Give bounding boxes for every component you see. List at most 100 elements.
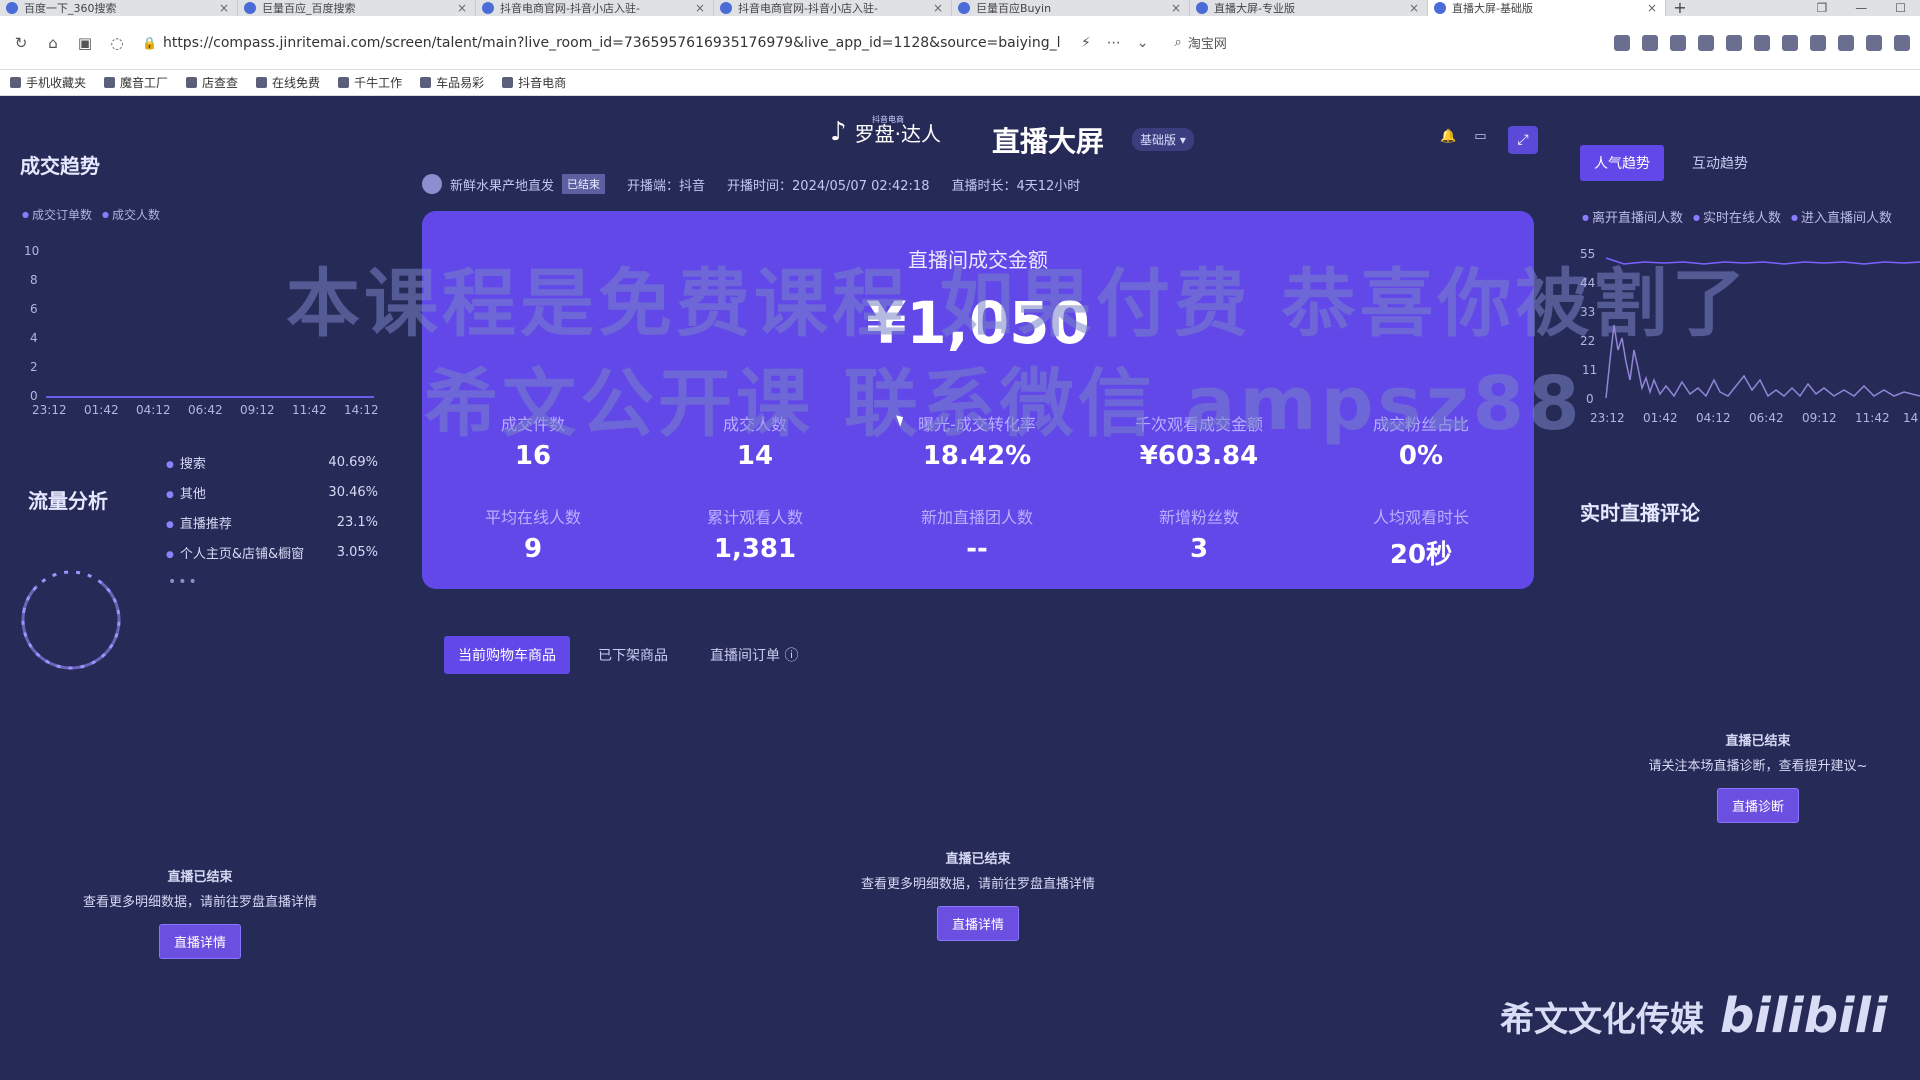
- online-series-line: [1605, 257, 1920, 265]
- duration: 直播时长：4天12小时: [951, 178, 1081, 194]
- x-tick: 06:42: [188, 403, 223, 417]
- search-box[interactable]: ⌕ 淘宝网: [1175, 33, 1227, 52]
- more-icon[interactable]: ⋯: [1107, 35, 1121, 51]
- kpi-value: 3: [1189, 534, 1209, 564]
- product-tabs: 当前购物车商品 已下架商品 直播间订单 ⓘ: [444, 636, 812, 674]
- close-icon[interactable]: ×: [1171, 1, 1181, 15]
- live-detail-button[interactable]: 直播详情: [936, 906, 1019, 941]
- close-icon[interactable]: ×: [219, 1, 229, 15]
- tab-interaction-trend[interactable]: 互动趋势: [1678, 145, 1762, 181]
- ended-subtitle: 查看更多明细数据，请前往罗盘直播详情: [82, 895, 317, 910]
- kpi-label: 新加直播团人数: [920, 508, 1033, 527]
- browser-tab[interactable]: 抖音电商官网-抖音小店入驻- ×: [476, 0, 714, 16]
- close-icon[interactable]: ×: [933, 1, 943, 15]
- chevron-down-icon[interactable]: ⌄: [1137, 35, 1149, 51]
- puzzle-icon[interactable]: [1782, 34, 1798, 51]
- watermark-line-2: 希文公开课 联系微信 ampsz88: [424, 361, 1584, 447]
- tab-title: 抖音电商官网-抖音小店入驻-: [738, 2, 878, 15]
- extension-icon[interactable]: [1754, 34, 1770, 51]
- tab-live-orders[interactable]: 直播间订单 ⓘ: [696, 636, 812, 674]
- bookmark-item[interactable]: 魔音工厂: [104, 74, 168, 91]
- extension-icon[interactable]: [1866, 34, 1882, 51]
- maximize-icon[interactable]: ☐: [1895, 0, 1906, 16]
- browser-tab-active[interactable]: 直播大屏-基础版 ×: [1428, 0, 1666, 16]
- ended-subtitle: 查看更多明细数据，请前往罗盘直播详情: [860, 877, 1095, 892]
- extension-icon[interactable]: [1698, 34, 1714, 51]
- home-icon[interactable]: ⌂: [42, 32, 64, 54]
- bookmark-item[interactable]: 抖音电商: [502, 74, 566, 91]
- download-icon[interactable]: [1810, 34, 1826, 51]
- y-tick: 2: [30, 360, 38, 374]
- edition-dropdown[interactable]: 基础版 ▾: [1132, 128, 1194, 151]
- new-tab-button[interactable]: +: [1666, 0, 1694, 16]
- gamepad-icon[interactable]: [1670, 34, 1686, 51]
- x-tick: 11:42: [292, 403, 327, 417]
- menu-icon[interactable]: [1894, 34, 1910, 51]
- page-title: 直播大屏: [992, 125, 1105, 158]
- kpi-label: 人均观看时长: [1372, 508, 1469, 527]
- tab-current-products[interactable]: 当前购物车商品: [444, 636, 570, 674]
- legend-item[interactable]: 进入直播间人数: [1791, 207, 1892, 226]
- restore-icon[interactable]: ❐: [1816, 0, 1827, 16]
- brand-sub: 抖音电商: [872, 115, 904, 124]
- browser-tabbar: 百度一下_360搜索 × 巨量百应_百度搜索 × 抖音电商官网-抖音小店入驻- × 抖…: [0, 0, 1920, 16]
- comments-title: 实时直播评论: [1580, 501, 1700, 525]
- bookmark-item[interactable]: 车品易彩: [420, 74, 484, 91]
- legend-item[interactable]: 成交订单数: [22, 206, 92, 223]
- bookmark-item[interactable]: 手机收藏夹: [10, 74, 86, 91]
- bookmark-item[interactable]: 店查查: [186, 74, 238, 91]
- kpi-value: --: [966, 534, 988, 564]
- close-icon[interactable]: ×: [695, 1, 705, 15]
- list-item: 个人主页&店铺&橱窗 3.05%: [166, 537, 378, 567]
- x-tick: 14:12: [344, 403, 379, 417]
- brand-logo: ♪ 抖音电商 罗盘·达人: [830, 115, 941, 147]
- more-button[interactable]: •••: [168, 574, 199, 590]
- bookmark-item[interactable]: 千牛工作: [338, 74, 402, 91]
- legend-item[interactable]: 离开直播间人数: [1582, 207, 1683, 226]
- bookmark-icon: [104, 77, 116, 88]
- lightning-icon[interactable]: ⚡: [1081, 35, 1091, 51]
- kpi-tile: 人均观看时长 20秒: [1310, 504, 1532, 571]
- x-tick: 01:42: [84, 403, 119, 417]
- browser-tab[interactable]: 百度一下_360搜索 ×: [0, 0, 238, 16]
- bell-icon[interactable]: 🔔: [1440, 129, 1456, 144]
- extension-icon[interactable]: [1726, 34, 1742, 51]
- fullscreen-button[interactable]: ⤢: [1508, 126, 1538, 154]
- monitor-icon[interactable]: ▭: [1474, 129, 1486, 144]
- trend-series-line: [46, 396, 374, 398]
- list-item: 其他 30.46%: [166, 477, 378, 507]
- trend-tabs: 人气趋势 互动趋势: [1580, 145, 1762, 181]
- y-tick: 8: [30, 273, 38, 287]
- scissors-icon[interactable]: [1614, 34, 1630, 51]
- close-icon[interactable]: ×: [1647, 1, 1657, 15]
- legend-item[interactable]: 成交人数: [102, 206, 160, 223]
- tab-title: 百度一下_360搜索: [24, 2, 117, 15]
- watermark-line-1: 本课程是免费课程 如果付费 恭喜你被割了: [286, 261, 1750, 347]
- close-icon[interactable]: ×: [457, 1, 467, 15]
- browser-tab[interactable]: 巨量百应Buyin ×: [952, 0, 1190, 16]
- y-tick: 44: [1580, 276, 1596, 290]
- extension-icon[interactable]: [1642, 34, 1658, 51]
- traffic-source-name: 搜索: [166, 453, 206, 472]
- browser-tab[interactable]: 直播大屏-专业版 ×: [1190, 0, 1428, 16]
- tab-popularity-trend[interactable]: 人气趋势: [1580, 145, 1664, 181]
- security-icon[interactable]: ◌: [106, 32, 128, 54]
- x-tick: 09:12: [1802, 411, 1837, 425]
- live-diagnosis-button[interactable]: 直播诊断: [1716, 788, 1799, 823]
- minimize-icon[interactable]: —: [1855, 0, 1867, 16]
- tab-favicon-icon: [1196, 2, 1208, 14]
- live-detail-button[interactable]: 直播详情: [158, 924, 241, 959]
- extension-icon[interactable]: ▣: [74, 32, 96, 54]
- traffic-source-name: 其他: [166, 483, 206, 502]
- bookmark-item[interactable]: 在线免费: [256, 74, 320, 91]
- close-icon[interactable]: ×: [1409, 1, 1419, 15]
- kpi-label: 平均在线人数: [484, 508, 581, 527]
- browser-tab[interactable]: 抖音电商官网-抖音小店入驻- ×: [714, 0, 952, 16]
- legend-item[interactable]: 实时在线人数: [1693, 207, 1781, 226]
- tab-removed-products[interactable]: 已下架商品: [584, 636, 682, 674]
- traffic-source-value: 23.1%: [336, 514, 378, 530]
- undo-icon[interactable]: [1838, 34, 1854, 51]
- reload-icon[interactable]: ↻: [10, 32, 32, 54]
- address-bar[interactable]: https://compass.jinritemai.com/screen/ta…: [163, 35, 1073, 51]
- browser-tab[interactable]: 巨量百应_百度搜索 ×: [238, 0, 476, 16]
